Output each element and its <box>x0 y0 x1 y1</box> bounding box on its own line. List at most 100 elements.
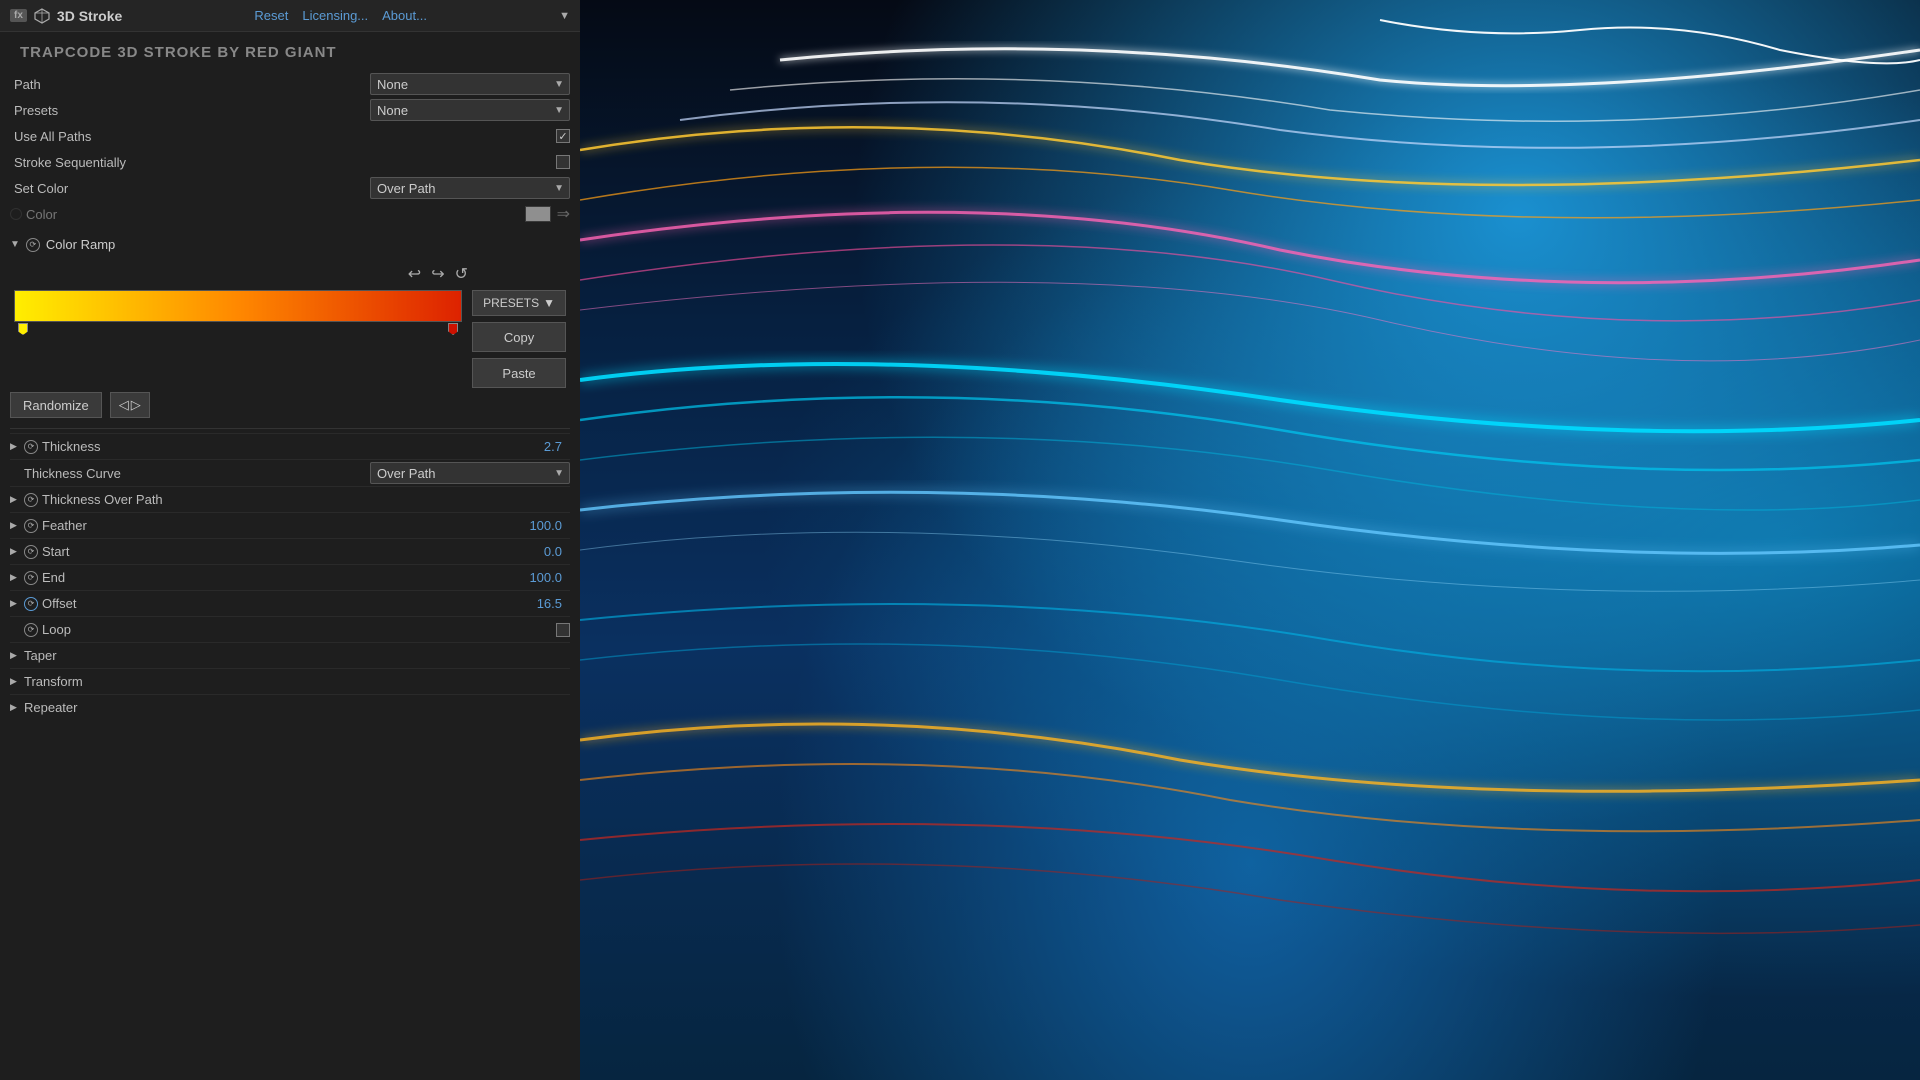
panel-collapse-arrow[interactable]: ▼ <box>559 10 570 22</box>
transform-expand[interactable]: ▶ <box>10 676 22 687</box>
randomize-button[interactable]: Randomize <box>10 392 102 418</box>
header-left: fx 3D Stroke <box>10 7 122 25</box>
panel-subtitle: TRAPCODE 3D STROKE BY RED GIANT <box>0 32 580 71</box>
fx-badge: fx <box>10 9 27 22</box>
thickness-curve-row: Thickness Curve Over Path ▼ <box>10 459 570 486</box>
presets-dropdown[interactable]: None <box>370 99 570 121</box>
offset-value[interactable]: 16.5 <box>520 596 570 611</box>
presets-chevron-icon: ▼ <box>543 296 555 310</box>
thickness-expand[interactable]: ▶ <box>10 441 22 452</box>
licensing-link[interactable]: Licensing... <box>302 8 368 23</box>
stroke-sequentially-checkbox[interactable] <box>556 155 570 169</box>
path-dropdown[interactable]: None <box>370 73 570 95</box>
left-panel: fx 3D Stroke Reset Licensing... About...… <box>0 0 580 1080</box>
copy-button[interactable]: Copy <box>472 322 566 352</box>
end-expand[interactable]: ▶ <box>10 572 22 583</box>
taper-row[interactable]: ▶ Taper <box>10 642 570 668</box>
visual-background <box>580 0 1920 1080</box>
thickness-icon: ⟳ <box>24 440 38 454</box>
undo-button[interactable]: ↩ <box>406 262 423 286</box>
repeater-expand[interactable]: ▶ <box>10 702 22 713</box>
path-label: Path <box>10 77 370 92</box>
flip-right-icon: ▷ <box>131 397 141 413</box>
use-all-paths-checkbox[interactable] <box>556 129 570 143</box>
ramp-gradient[interactable] <box>14 290 462 322</box>
set-color-row: Set Color Over Path ▼ <box>10 175 570 201</box>
start-expand[interactable]: ▶ <box>10 546 22 557</box>
divider-1 <box>10 428 570 429</box>
set-color-label: Set Color <box>10 181 370 196</box>
presets-button[interactable]: PRESETS ▼ <box>472 290 566 316</box>
ramp-side-controls: PRESETS ▼ Copy Paste <box>472 290 566 388</box>
offset-label: Offset <box>42 596 520 611</box>
loop-row: ⟳ Loop <box>10 616 570 642</box>
thickness-curve-wrapper[interactable]: Over Path ▼ <box>370 462 570 484</box>
right-panel <box>580 0 1920 1080</box>
presets-dropdown-wrapper[interactable]: None ▼ <box>370 99 570 121</box>
start-row: ▶ ⟳ Start 0.0 <box>10 538 570 564</box>
color-ramp-icon: ⟳ <box>26 238 40 252</box>
panel-header: fx 3D Stroke Reset Licensing... About...… <box>0 0 580 32</box>
thickness-label: Thickness <box>42 439 520 454</box>
3d-cube-icon <box>33 7 51 25</box>
presets-label: Presets <box>10 103 370 118</box>
color-ramp-header[interactable]: ▼ ⟳ Color Ramp <box>10 233 570 256</box>
ramp-stops <box>14 322 462 336</box>
color-arrow: ⇒ <box>557 204 570 224</box>
offset-row: ▶ ⟳ Offset 16.5 <box>10 590 570 616</box>
feather-expand[interactable]: ▶ <box>10 520 22 531</box>
ramp-container: PRESETS ▼ Copy Paste <box>10 290 570 388</box>
path-row: Path None ▼ <box>10 71 570 97</box>
loop-checkbox[interactable] <box>556 623 570 637</box>
repeater-row[interactable]: ▶ Repeater <box>10 694 570 720</box>
thickness-value[interactable]: 2.7 <box>520 439 570 454</box>
thickness-curve-label: Thickness Curve <box>24 466 370 481</box>
color-ramp-label: Color Ramp <box>46 237 115 252</box>
color-swatch[interactable] <box>525 206 551 222</box>
thickness-over-path-expand[interactable]: ▶ <box>10 494 22 505</box>
loop-label: Loop <box>42 622 556 637</box>
transform-label: Transform <box>24 674 570 689</box>
loop-icon: ⟳ <box>24 623 38 637</box>
light-trails-svg <box>580 0 1920 1080</box>
color-label: Color <box>26 207 57 222</box>
use-all-paths-label: Use All Paths <box>10 129 556 144</box>
repeater-label: Repeater <box>24 700 570 715</box>
reset-ramp-button[interactable]: ↺ <box>453 262 470 286</box>
thickness-over-path-row: ▶ ⟳ Thickness Over Path <box>10 486 570 512</box>
paste-button[interactable]: Paste <box>472 358 566 388</box>
ramp-stop-left[interactable] <box>18 323 28 335</box>
feather-label: Feather <box>42 518 520 533</box>
flip-button[interactable]: ◁ ▷ <box>110 392 150 418</box>
use-all-paths-row: Use All Paths <box>10 123 570 149</box>
end-row: ▶ ⟳ End 100.0 <box>10 564 570 590</box>
reset-link[interactable]: Reset <box>254 8 288 23</box>
header-links: Reset Licensing... About... <box>254 8 427 23</box>
ramp-gradient-area <box>14 290 462 336</box>
start-icon: ⟳ <box>24 545 38 559</box>
color-radio <box>10 208 22 220</box>
about-link[interactable]: About... <box>382 8 427 23</box>
thickness-curve-dropdown[interactable]: Over Path <box>370 462 570 484</box>
thickness-over-path-label: Thickness Over Path <box>42 492 570 507</box>
feather-icon: ⟳ <box>24 519 38 533</box>
color-ramp-expand-icon: ▼ <box>10 239 20 250</box>
set-color-dropdown[interactable]: Over Path <box>370 177 570 199</box>
thickness-over-path-icon: ⟳ <box>24 493 38 507</box>
offset-icon: ⟳ <box>24 597 38 611</box>
settings-area: Path None ▼ Presets None ▼ Use All Paths <box>0 71 580 1080</box>
offset-expand[interactable]: ▶ <box>10 598 22 609</box>
taper-expand[interactable]: ▶ <box>10 650 22 661</box>
end-value[interactable]: 100.0 <box>520 570 570 585</box>
color-ramp-section: ▼ ⟳ Color Ramp ↩ ↪ ↺ <box>10 227 570 424</box>
transform-row[interactable]: ▶ Transform <box>10 668 570 694</box>
start-value[interactable]: 0.0 <box>520 544 570 559</box>
stroke-sequentially-row: Stroke Sequentially <box>10 149 570 175</box>
set-color-dropdown-wrapper[interactable]: Over Path ▼ <box>370 177 570 199</box>
ramp-stop-right[interactable] <box>448 323 458 335</box>
feather-value[interactable]: 100.0 <box>520 518 570 533</box>
flip-left-icon: ◁ <box>119 397 129 413</box>
stroke-sequentially-label: Stroke Sequentially <box>10 155 556 170</box>
redo-button[interactable]: ↪ <box>429 262 446 286</box>
path-dropdown-wrapper[interactable]: None ▼ <box>370 73 570 95</box>
